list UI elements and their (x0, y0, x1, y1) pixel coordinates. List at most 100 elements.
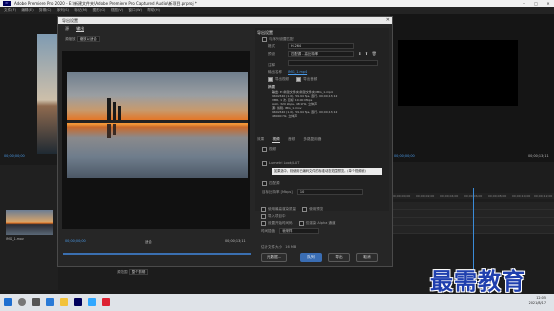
ruler-tick: 00;00;02;00 (416, 194, 435, 198)
app-taskbar-icon[interactable] (102, 298, 110, 306)
clock-date: 2021/8/17 (528, 301, 546, 305)
tab-source[interactable]: 源 (65, 26, 69, 31)
time-interpolation-dropdown[interactable]: 帧采样 (279, 228, 320, 234)
windows-start-icon[interactable] (4, 298, 12, 306)
timeline-track[interactable] (390, 218, 554, 226)
queue-button[interactable]: 队列 (300, 253, 322, 262)
match-sequence-row: 与序列设置匹配 (262, 36, 294, 42)
menu-file[interactable]: 文件(F) (4, 7, 16, 14)
search-icon[interactable] (18, 298, 26, 306)
close-icon[interactable]: ✕ (542, 0, 554, 7)
source-range-dropdown[interactable]: 整个剪辑 (128, 269, 149, 275)
start-timecode[interactable]: 00;00;00;00 (65, 239, 86, 243)
output-name-link[interactable]: IMG_1.mp4 (288, 70, 307, 74)
program-monitor-view (398, 40, 518, 106)
ruler-tick: 00;00;08;00 (488, 194, 507, 198)
save-preset-icon[interactable]: ⬇ (358, 51, 361, 56)
match-source-checkbox[interactable] (262, 180, 267, 186)
fit-dropdown[interactable]: 适合 (145, 239, 152, 244)
comment-field[interactable] (288, 60, 378, 66)
match-source-row: 匹配源 (262, 180, 280, 186)
menu-bar: 文件(F) 编辑(E) 剪辑(C) 序列(S) 标记(M) 图形(G) 视图(V… (0, 7, 554, 14)
use-previews-checkbox[interactable] (302, 206, 308, 212)
export-audio-checkbox[interactable] (296, 76, 302, 82)
task-view-icon[interactable] (32, 298, 40, 306)
output-preview-image (67, 72, 248, 178)
tab-multiplexer[interactable]: 多路复用器 (303, 137, 321, 142)
preset-dropdown[interactable]: 匹配源 - 高比特率 (288, 51, 354, 57)
maximize-icon[interactable]: □ (530, 0, 542, 7)
source-scaling-row: 源缩放 缩放以适合 (65, 36, 100, 42)
dialog-title: 导出设置 (62, 18, 78, 23)
estimated-size-row: 估计文件大小 16 MB (261, 245, 297, 249)
tab-audio[interactable]: 音频 (288, 137, 295, 142)
export-av-row: 导出视频 导出音频 (268, 76, 317, 82)
ruler-tick: 00;00;00;00 (392, 194, 411, 198)
program-duration: 00;00;13;11 (528, 154, 549, 158)
system-clock[interactable]: 12:05 2021/8/17 (529, 296, 546, 306)
lumetri-row: Lumetri Look/LUT (262, 160, 299, 166)
video-section-header: 视频 (262, 146, 276, 152)
render-quality-row: 使用最高渲染质量 使用预览 (261, 206, 323, 212)
start-timecode-checkbox[interactable] (261, 220, 266, 226)
source-output-tabs: 源 输出 (65, 26, 90, 32)
source-range-bar[interactable] (63, 253, 251, 255)
source-range-row: 源范围 整个剪辑 (117, 269, 149, 275)
source-scaling-label: 源缩放 (65, 37, 76, 41)
import-project-row: 导入项目中 (261, 213, 286, 219)
highlighted-option[interactable]: 如果选中，则使用已编码文件的标准动态范围预览。(单个视频帧) (272, 168, 382, 175)
cancel-button[interactable]: 取消 (356, 253, 378, 262)
tab-effects[interactable]: 效果 (257, 137, 264, 142)
menu-window[interactable]: 窗口(W) (128, 7, 142, 14)
menu-view[interactable]: 视图(V) (111, 7, 123, 14)
bitrate-dropdown[interactable]: 10 (296, 189, 363, 195)
video-section-checkbox[interactable] (262, 146, 267, 152)
program-timecode: 00;00;00;00 (394, 154, 415, 158)
delete-preset-icon[interactable]: 🗑 (372, 51, 377, 56)
timeline-track[interactable] (390, 202, 554, 210)
max-render-quality-checkbox[interactable] (261, 206, 266, 212)
dialog-title-bar: 导出设置 ✕ (58, 17, 392, 24)
render-alpha-checkbox[interactable] (298, 220, 304, 226)
close-icon[interactable]: ✕ (386, 17, 390, 23)
lumetri-checkbox[interactable] (262, 160, 267, 166)
export-video-checkbox[interactable] (268, 76, 273, 82)
comment-row: 注释 (268, 60, 378, 68)
windows-taskbar (0, 294, 554, 311)
metadata-button[interactable]: 元数据... (261, 253, 287, 262)
ruler-tick: 00;00;04;00 (440, 194, 459, 198)
source-range-label: 源范围 (117, 270, 128, 274)
menu-edit[interactable]: 编辑(E) (21, 7, 33, 14)
timeline-track[interactable] (390, 226, 554, 234)
project-clip-thumbnail[interactable] (6, 210, 53, 235)
ruler-tick: 00;00;10;00 (512, 194, 531, 198)
preset-row: 预设 匹配源 - 高比特率 ⬇ ⬆ 🗑 (268, 51, 377, 57)
menu-sequence[interactable]: 序列(S) (57, 7, 69, 14)
file-explorer-icon[interactable] (60, 298, 68, 306)
import-project-checkbox[interactable] (261, 213, 266, 219)
summary-section: 摘要 输出: E:\新建文件夹\新建文件夹\IMG_1.mp4 960x540 … (268, 85, 338, 118)
format-dropdown[interactable]: H.264 (288, 43, 354, 49)
photoshop-taskbar-icon[interactable] (88, 298, 96, 306)
minimize-icon[interactable]: – (518, 0, 530, 7)
menu-marker[interactable]: 标记(M) (74, 7, 87, 14)
premiere-taskbar-icon[interactable] (74, 298, 82, 306)
timeline-ruler: 00;00;00;00 00;00;02;00 00;00;04;00 00;0… (390, 193, 554, 199)
tab-output[interactable]: 输出 (76, 26, 85, 32)
settings-tabs: 效果 视频 音频 多路复用器 (257, 136, 328, 143)
export-button[interactable]: 导出 (328, 253, 350, 262)
start-timecode-row: 设置开始时间码 仅渲染 Alpha 通道 (261, 220, 335, 226)
menu-clip[interactable]: 剪辑(C) (39, 7, 52, 14)
menu-graphics[interactable]: 图形(G) (93, 7, 106, 14)
menu-help[interactable]: 帮助(H) (147, 7, 160, 14)
import-preset-icon[interactable]: ⬆ (365, 51, 368, 56)
source-scaling-dropdown[interactable]: 缩放以适合 (76, 36, 100, 42)
edge-browser-icon[interactable] (46, 298, 54, 306)
end-timecode: 00;00;13;11 (225, 239, 246, 243)
match-sequence-checkbox[interactable] (262, 36, 267, 42)
premiere-logo-icon: Pr (3, 1, 11, 6)
source-preview-strip (37, 34, 57, 154)
tab-video[interactable]: 视频 (272, 137, 280, 143)
timeline-track[interactable] (390, 210, 554, 218)
time-interpolation-row: 时间插值 帧采样 (261, 228, 320, 234)
